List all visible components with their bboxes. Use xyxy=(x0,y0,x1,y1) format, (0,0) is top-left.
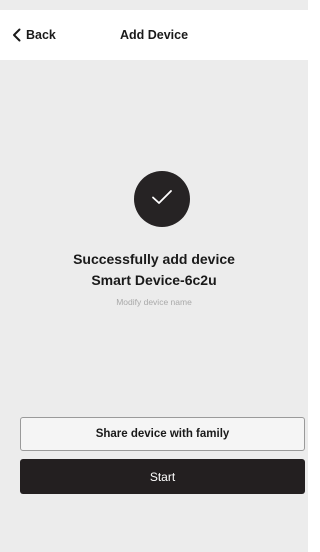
page-title: Add Device xyxy=(119,28,189,42)
success-badge xyxy=(134,171,190,227)
success-message: Successfully add device xyxy=(73,251,235,267)
device-name: Smart Device-6c2u xyxy=(91,272,217,288)
share-device-button[interactable]: Share device with family xyxy=(20,417,305,451)
modify-device-name-link[interactable]: Modify device name xyxy=(0,296,308,308)
start-button[interactable]: Start xyxy=(20,459,305,494)
status-bar xyxy=(0,0,308,10)
checkmark-icon xyxy=(151,189,173,210)
add-device-screen: Back Add Device Successfully add device … xyxy=(0,0,308,552)
